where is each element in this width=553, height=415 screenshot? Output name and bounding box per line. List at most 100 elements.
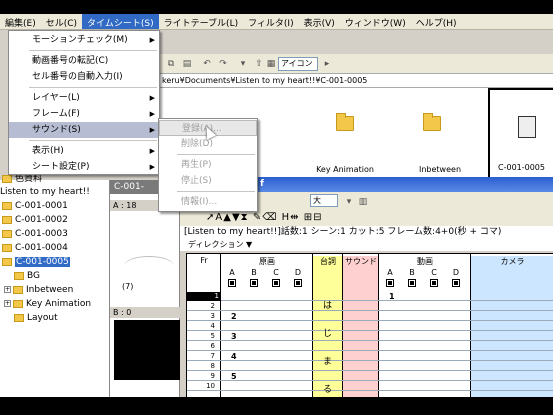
douga-c-toggle-icon[interactable]	[430, 279, 438, 287]
submenu-arrow-icon: ▶	[149, 110, 155, 118]
tree-item[interactable]: C-001-0002	[2, 213, 68, 227]
genga-col-c[interactable]: C	[269, 268, 283, 277]
tree-item[interactable]: C-001-0004	[2, 241, 68, 255]
folder-icon	[2, 174, 12, 183]
douga-a-toggle-icon[interactable]	[386, 279, 394, 287]
menu-lighttable[interactable]: ライトテーブル(L)	[159, 14, 244, 29]
menu-help[interactable]: ヘルプ(H)	[411, 14, 462, 29]
menu-item-motion-check[interactable]: モーションチェック(M) ▶	[9, 32, 159, 48]
folder-icon	[13, 299, 23, 308]
douga-col-c[interactable]: C	[427, 268, 441, 277]
menu-timesheet[interactable]: タイムシート(S)	[82, 14, 159, 29]
menu-item-layer[interactable]: レイヤー(L) ▶	[9, 90, 159, 106]
folder-icon	[13, 285, 23, 294]
triangle-down-icon[interactable]: ▼	[232, 212, 241, 223]
genga-col-b[interactable]: B	[247, 268, 261, 277]
folder-icon	[14, 271, 24, 280]
tree-item[interactable]: BG	[14, 269, 40, 283]
grid-icon[interactable]: ⊞	[304, 212, 313, 223]
paste-icon[interactable]: ▤	[180, 57, 194, 71]
submenu-item-info[interactable]: 情報(I)...	[159, 194, 257, 210]
view-mode-icon[interactable]: ▦	[264, 57, 278, 71]
menu-item-display[interactable]: 表示(H) ▶	[9, 143, 159, 159]
dropdown-arrow-icon[interactable]: ▾	[342, 195, 356, 209]
frame-row[interactable]	[187, 362, 553, 371]
submenu-item-play[interactable]: 再生(P)	[159, 157, 257, 173]
genga-col-d[interactable]: D	[291, 268, 305, 277]
frame-row[interactable]	[187, 372, 553, 381]
sheet-icon[interactable]: ▥	[356, 195, 370, 209]
douga-d-toggle-icon[interactable]	[452, 279, 460, 287]
pointer-icon[interactable]: ➚	[206, 212, 215, 223]
menu-edit[interactable]: 編集(E)	[0, 14, 41, 29]
tree-root[interactable]: Listen to my heart!!	[0, 185, 90, 199]
frame-row[interactable]	[187, 332, 553, 341]
genga-a-cell[interactable]: 2	[231, 312, 237, 321]
tree-item-selected[interactable]: C-001-0005	[2, 255, 70, 269]
size-select[interactable]: 大	[310, 194, 338, 207]
menu-item-auto-input[interactable]: セル番号の自動入力(I)	[9, 69, 159, 85]
tree-item[interactable]: + Inbetween	[4, 283, 73, 297]
douga-col-a[interactable]: A	[383, 268, 397, 277]
tree-item[interactable]: C-001-0003	[2, 227, 68, 241]
genga-a-cell[interactable]: 4	[231, 352, 237, 361]
timesheet-grid[interactable]: Fr 原画 台詞 サウンド 動画 カメラ A B C D A B C D 1 1…	[186, 253, 553, 415]
folder-icon	[2, 243, 12, 252]
douga-a-cell[interactable]: 1	[389, 292, 395, 301]
menu-item-sheet-settings[interactable]: シート設定(P) ▶	[9, 159, 159, 175]
eraser-icon[interactable]: ⌫	[262, 212, 277, 223]
genga-col-a[interactable]: A	[225, 268, 239, 277]
submenu-item-stop[interactable]: 停止(S)	[159, 173, 257, 189]
douga-b-toggle-icon[interactable]	[408, 279, 416, 287]
triangle-up-icon[interactable]: ▲	[223, 212, 232, 223]
douga-col-d[interactable]: D	[449, 268, 463, 277]
more-icon[interactable]: ▸	[320, 57, 334, 71]
layer-b-label[interactable]: B : 0	[110, 307, 180, 318]
timesheet-menu: モーションチェック(M) ▶ 動画番号の転記(C) セル番号の自動入力(I) レイ…	[8, 30, 160, 175]
menu-item-transcribe[interactable]: 動画番号の転記(C)	[9, 53, 159, 69]
file-item[interactable]: Inbetween	[395, 88, 485, 180]
undo-icon[interactable]: ↶	[200, 57, 214, 71]
merge-icon[interactable]: ⇹	[290, 212, 299, 223]
genga-c-toggle-icon[interactable]	[272, 279, 280, 287]
menu-filter[interactable]: フィルタ(I)	[243, 14, 299, 29]
menu-item-frame[interactable]: フレーム(F) ▶	[9, 106, 159, 122]
dropdown-arrow-icon[interactable]: ▾	[236, 57, 250, 71]
pencil-icon[interactable]: ✎	[253, 212, 262, 223]
menu-cell[interactable]: セル(C)	[41, 14, 82, 29]
menu-window[interactable]: ウィンドウ(W)	[340, 14, 411, 29]
sheet-settings-icon[interactable]: ⊟	[313, 212, 322, 223]
expand-icon[interactable]: +	[4, 300, 11, 307]
genga-b-toggle-icon[interactable]	[250, 279, 258, 287]
frame-row[interactable]	[187, 342, 553, 351]
tree-item[interactable]: C-001-0001	[2, 199, 68, 213]
direction-toggle[interactable]: ディレクション ▼	[180, 238, 553, 251]
genga-a-cell[interactable]: 5	[231, 372, 237, 381]
file-item-selected[interactable]: C-001-0005	[488, 88, 553, 180]
frame-row[interactable]	[187, 312, 553, 321]
frame-row[interactable]	[187, 352, 553, 361]
genga-a-toggle-icon[interactable]	[228, 279, 236, 287]
hold-icon[interactable]: H	[282, 212, 291, 223]
frame-row[interactable]	[187, 302, 553, 311]
frame-row[interactable]	[187, 292, 553, 301]
frame-row[interactable]	[187, 382, 553, 391]
redo-icon[interactable]: ↷	[216, 57, 230, 71]
path-bar[interactable]: keru¥Documents¥Listen to my heart!!¥C-00…	[160, 74, 553, 88]
frame-number: 7	[210, 352, 215, 360]
tree-item[interactable]: + Key Animation	[4, 297, 91, 311]
bottom-letterbox	[0, 397, 553, 415]
copy-icon[interactable]: ⧉	[164, 57, 178, 71]
douga-col-b[interactable]: B	[405, 268, 419, 277]
genga-a-cell[interactable]: 3	[231, 332, 237, 341]
hourglass-icon[interactable]: ⧗	[241, 212, 249, 223]
tree-item[interactable]: Layout	[14, 311, 58, 325]
genga-d-toggle-icon[interactable]	[294, 279, 302, 287]
frame-number: 6	[210, 342, 215, 350]
frame-row[interactable]	[187, 322, 553, 331]
menu-item-sound[interactable]: サウンド(S) ▶	[9, 122, 159, 138]
file-item[interactable]: Key Animation	[300, 88, 390, 180]
menu-view[interactable]: 表示(V)	[299, 14, 340, 29]
expand-icon[interactable]: +	[4, 286, 11, 293]
view-mode-select[interactable]: アイコン	[278, 57, 318, 71]
